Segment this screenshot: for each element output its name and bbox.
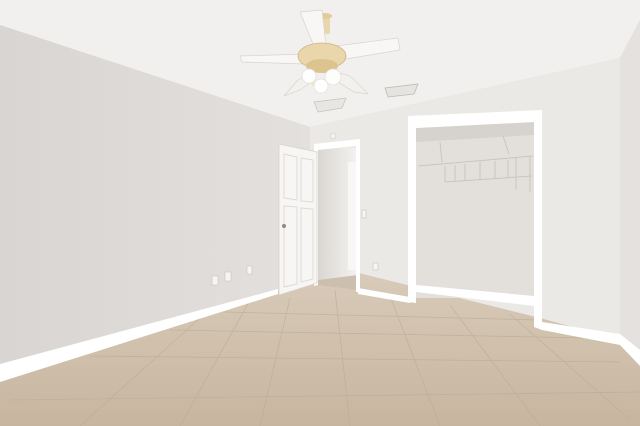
wall-outlet (224, 271, 232, 282)
light-switch (361, 209, 367, 219)
door-knob (282, 224, 286, 228)
interior-door (278, 143, 318, 296)
smoke-detector (329, 132, 337, 140)
bedroom-photo (0, 0, 640, 426)
closet-interior (416, 128, 534, 298)
wall-outlet (246, 265, 253, 275)
wall-outlet (211, 275, 219, 286)
wall-outlet (372, 262, 379, 271)
